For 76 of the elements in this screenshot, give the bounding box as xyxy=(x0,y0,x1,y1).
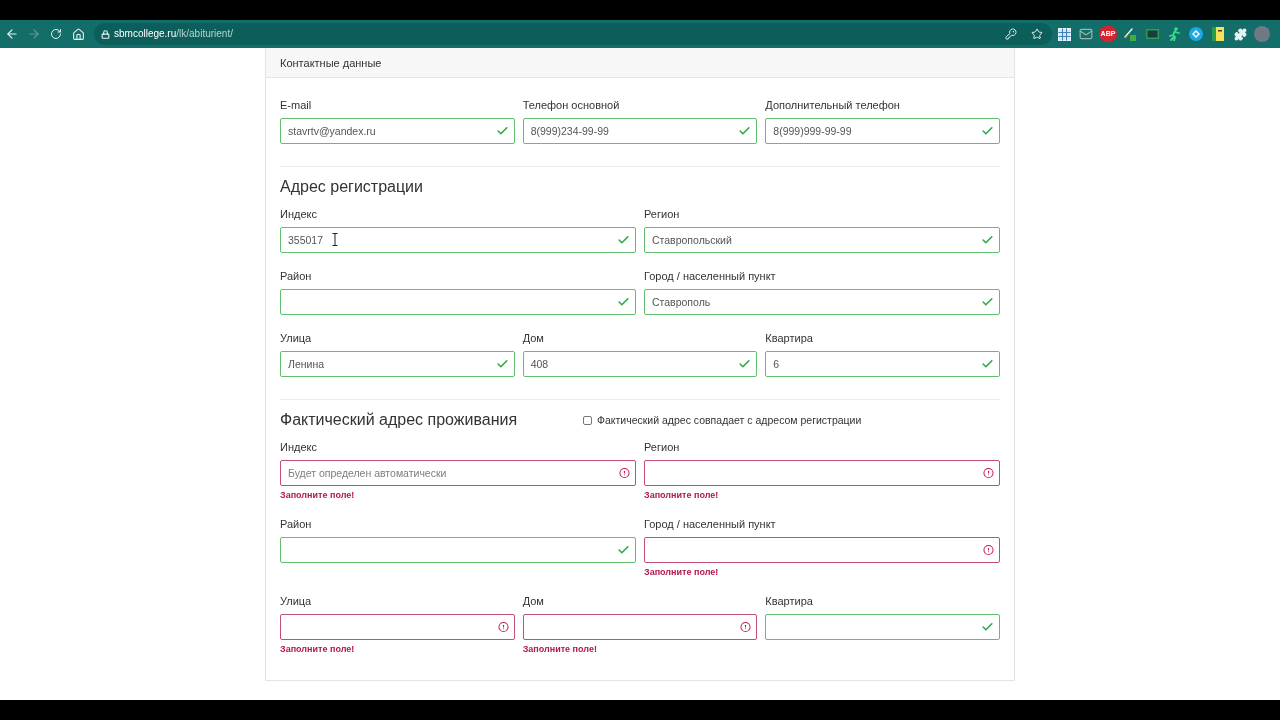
key-button[interactable] xyxy=(1002,25,1020,43)
key-icon xyxy=(1005,28,1017,40)
text-field[interactable]: 8(999)999-99-99 xyxy=(765,118,1000,144)
running-figure-icon xyxy=(1167,27,1181,41)
reload-icon xyxy=(50,28,62,40)
text-field[interactable]: 6 xyxy=(765,351,1000,377)
field-label: E-mail xyxy=(280,98,312,112)
extension-button[interactable] xyxy=(1210,26,1226,42)
window-icon xyxy=(1145,29,1159,39)
text-field[interactable] xyxy=(280,614,515,640)
alert-icon xyxy=(619,467,630,479)
text-field[interactable]: Ставрополь xyxy=(644,289,1000,315)
diamond-disc-icon xyxy=(1189,27,1203,41)
address-bar[interactable]: sbmcollege.ru/lk/abiturient/ xyxy=(94,23,1052,45)
alert-icon xyxy=(497,621,509,633)
error-message: Заполните поле! xyxy=(522,643,597,655)
field-label: Район xyxy=(280,517,312,531)
text-field[interactable]: Ленина xyxy=(280,351,515,377)
text-field[interactable] xyxy=(280,537,636,563)
text-field[interactable] xyxy=(280,289,636,315)
field-label: Дом xyxy=(522,594,544,608)
arrow-right-icon xyxy=(27,27,41,41)
book-icon xyxy=(1212,27,1224,41)
checkbox[interactable] xyxy=(583,415,592,425)
field-label: Квартира xyxy=(765,331,813,345)
error-message: Заполните поле! xyxy=(280,489,355,501)
card-header: Контактные данные xyxy=(266,48,1014,78)
extensions-button[interactable] xyxy=(1232,26,1248,42)
field-label: Регион xyxy=(644,440,680,454)
section-title: Фактический адрес проживания xyxy=(280,410,519,430)
extension-button[interactable] xyxy=(1166,26,1182,42)
arrow-left-icon xyxy=(5,27,19,41)
text-field[interactable] xyxy=(644,537,1000,563)
field-label: Квартира xyxy=(765,594,813,608)
field-label: Телефон основной xyxy=(522,98,620,112)
url-text: sbmcollege.ru/lk/abiturient/ xyxy=(114,27,233,41)
field-label: Индекс xyxy=(280,440,317,454)
field-label: Район xyxy=(280,269,312,283)
field-label: Улица xyxy=(280,594,312,608)
text-field[interactable]: Будет определен автоматически xyxy=(280,460,636,486)
text-field[interactable] xyxy=(522,614,758,640)
text-cursor-icon xyxy=(332,233,338,246)
section-title: Адрес регистрации xyxy=(280,177,424,197)
alert-icon xyxy=(740,621,752,633)
pen-icon xyxy=(1123,27,1137,41)
extension-button[interactable] xyxy=(1056,26,1072,42)
text-field[interactable] xyxy=(644,460,1000,486)
field-label: Дополнительный телефон xyxy=(765,98,900,112)
field-label: Город / населенный пункт xyxy=(644,517,776,531)
error-message: Заполните поле! xyxy=(644,566,719,578)
field-label: Индекс xyxy=(280,207,317,221)
text-field[interactable]: stavrtv@yandex.ru xyxy=(280,118,515,144)
field-label: Улица xyxy=(280,331,312,345)
alert-icon xyxy=(983,467,994,479)
mail-icon xyxy=(1079,27,1093,41)
extension-button[interactable] xyxy=(1122,26,1138,42)
text-field[interactable]: Ставропольский xyxy=(644,227,1000,253)
text-field[interactable] xyxy=(765,614,1000,640)
field-label: Город / населенный пункт xyxy=(644,269,776,283)
field-label: Дом xyxy=(522,331,544,345)
extension-button[interactable] xyxy=(1144,26,1160,42)
extension-button[interactable] xyxy=(1078,26,1094,42)
star-icon xyxy=(1031,28,1043,40)
extension-button[interactable] xyxy=(1188,26,1204,42)
puzzle-icon xyxy=(1233,27,1247,41)
home-icon xyxy=(71,27,85,41)
text-field[interactable]: 408 xyxy=(522,351,758,377)
field-label: Регион xyxy=(644,207,680,221)
error-message: Заполните поле! xyxy=(280,643,355,655)
grid-icon xyxy=(1057,27,1071,41)
error-message: Заполните поле! xyxy=(644,489,719,501)
alert-icon xyxy=(983,544,994,556)
text-field[interactable]: 8(999)234-99-99 xyxy=(522,118,758,144)
lock-icon xyxy=(101,29,110,39)
checkbox-label: Фактический адрес совпадает с адресом регистрации xyxy=(597,414,862,426)
text-field[interactable]: 355017 xyxy=(280,227,636,253)
